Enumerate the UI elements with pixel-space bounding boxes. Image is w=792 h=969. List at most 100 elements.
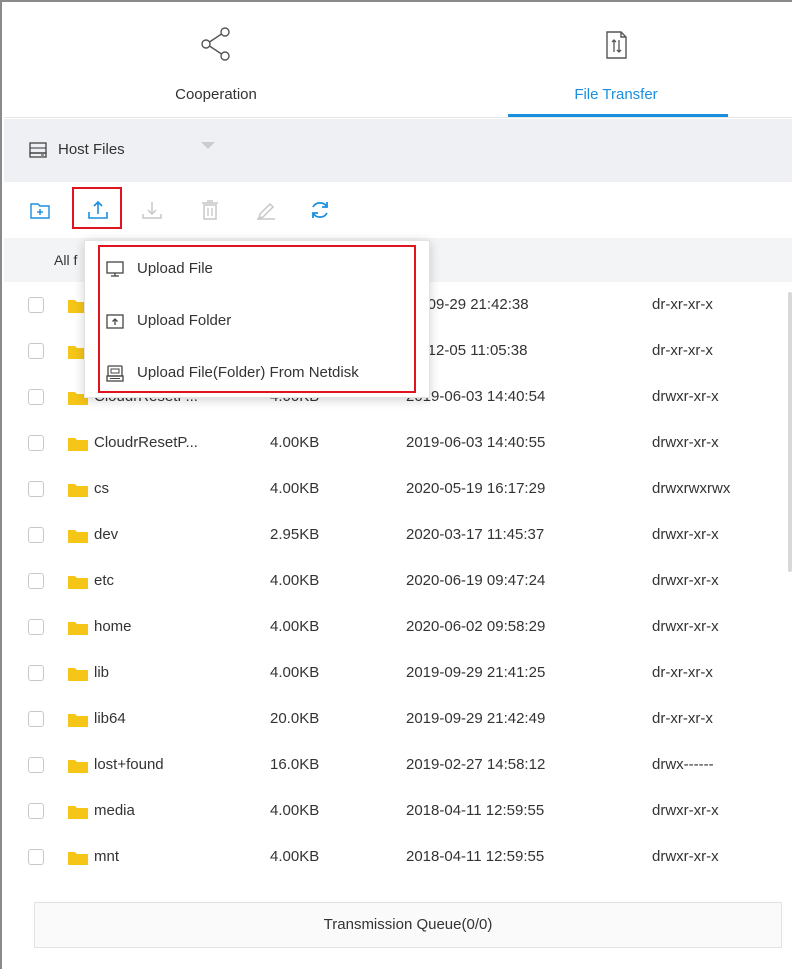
new-folder-button[interactable] <box>26 196 54 224</box>
upload-menu-highlight <box>98 245 416 393</box>
tab-bar: Cooperation File Transfer <box>4 4 792 118</box>
file-size: 4.00KB <box>270 572 320 589</box>
share-icon <box>201 27 230 61</box>
file-date: 2020-06-02 09:58:29 <box>406 618 546 635</box>
table-row[interactable]: lib64 20.0KB 2019-09-29 21:42:49 dr-xr-xr-x <box>4 696 790 742</box>
file-name: lib <box>94 664 110 681</box>
file-permissions: dr-xr-xr-x <box>652 342 713 359</box>
file-date: 2019-09-29 21:41:25 <box>406 664 546 681</box>
row-checkbox[interactable] <box>28 389 44 405</box>
file-size: 20.0KB <box>270 710 320 727</box>
folder-icon <box>68 530 88 543</box>
file-name: etc <box>94 572 115 589</box>
folder-icon <box>68 852 88 865</box>
file-permissions: drwxr-xr-x <box>652 848 719 865</box>
row-checkbox[interactable] <box>28 757 44 773</box>
file-name: dev <box>94 526 119 543</box>
folder-icon <box>68 438 88 451</box>
file-size: 4.00KB <box>270 848 320 865</box>
file-permissions: dr-xr-xr-x <box>652 710 713 727</box>
row-checkbox[interactable] <box>28 343 44 359</box>
tab-file-transfer[interactable]: File Transfer <box>506 4 726 118</box>
file-name: lost+found <box>94 756 164 773</box>
chevron-down-icon[interactable] <box>200 141 216 151</box>
file-permissions: drwxr-xr-x <box>652 526 719 543</box>
transmission-queue-button[interactable]: Transmission Queue(0/0) <box>34 902 782 948</box>
table-row[interactable]: lib 4.00KB 2019-09-29 21:41:25 dr-xr-xr-x <box>4 650 790 696</box>
file-permissions: dr-xr-xr-x <box>652 664 713 681</box>
file-permissions: drwxr-xr-x <box>652 572 719 589</box>
table-row[interactable]: CloudrResetP... 4.00KB 2019-06-03 14:40:55… <box>4 420 790 466</box>
file-size: 4.00KB <box>270 802 320 819</box>
file-date: 2019-06-03 14:40:55 <box>406 434 546 451</box>
file-size: 4.00KB <box>270 480 320 497</box>
download-button[interactable] <box>138 196 166 224</box>
refresh-button[interactable] <box>306 196 334 224</box>
tab-cooperation[interactable]: Cooperation <box>106 4 326 118</box>
rename-icon <box>257 202 275 220</box>
folder-icon <box>68 714 88 727</box>
table-row[interactable]: etc 4.00KB 2020-06-19 09:47:24 drwxr-xr-x <box>4 558 790 604</box>
file-date: 2020-05-19 16:17:29 <box>406 480 546 497</box>
table-row[interactable]: dev 2.95KB 2020-03-17 11:45:37 drwxr-xr-x <box>4 512 790 558</box>
rename-button[interactable] <box>252 196 280 224</box>
new-folder-icon <box>30 203 50 219</box>
file-transfer-icon <box>606 31 627 59</box>
file-size: 4.00KB <box>270 434 320 451</box>
tab-file-transfer-label: File Transfer <box>574 86 658 103</box>
host-selector[interactable]: Host Files <box>4 119 792 182</box>
file-date: 2018-04-11 12:59:55 <box>406 848 545 865</box>
file-permissions: drwxrwxrwx <box>652 480 731 497</box>
table-row[interactable]: lost+found 16.0KB 2019-02-27 14:58:12 drwx-… <box>4 742 790 788</box>
file-name: home <box>94 618 132 635</box>
row-checkbox[interactable] <box>28 527 44 543</box>
delete-icon <box>202 200 218 220</box>
file-date: 2018-04-11 12:59:55 <box>406 802 545 819</box>
table-row[interactable]: home 4.00KB 2020-06-02 09:58:29 drwxr-xr-x <box>4 604 790 650</box>
folder-icon <box>68 760 88 773</box>
file-name: CloudrResetP... <box>94 434 198 451</box>
file-name: cs <box>94 480 109 497</box>
file-name: media <box>94 802 135 819</box>
file-size: 16.0KB <box>270 756 320 773</box>
row-checkbox[interactable] <box>28 297 44 313</box>
row-checkbox[interactable] <box>28 573 44 589</box>
folder-icon <box>68 806 88 819</box>
host-icon <box>29 142 47 158</box>
upload-button-highlight <box>72 187 122 229</box>
row-checkbox[interactable] <box>28 435 44 451</box>
row-checkbox[interactable] <box>28 803 44 819</box>
table-row[interactable]: cs 4.00KB 2020-05-19 16:17:29 drwxrwxrwx <box>4 466 790 512</box>
table-row[interactable]: mnt 4.00KB 2018-04-11 12:59:55 drwxr-xr-x <box>4 834 790 880</box>
delete-button[interactable] <box>196 196 224 224</box>
file-size: 4.00KB <box>270 664 320 681</box>
file-permissions: drwxr-xr-x <box>652 434 719 451</box>
file-date: 2020-06-19 09:47:24 <box>406 572 546 589</box>
host-label: Host Files <box>58 141 125 158</box>
row-checkbox[interactable] <box>28 711 44 727</box>
file-size: 2.95KB <box>270 526 320 543</box>
file-name: lib64 <box>94 710 126 727</box>
row-checkbox[interactable] <box>28 481 44 497</box>
file-permissions: drwxr-xr-x <box>652 618 719 635</box>
file-date: 2019-09-29 21:42:49 <box>406 710 546 727</box>
list-scrollbar[interactable] <box>788 292 792 572</box>
tab-cooperation-label: Cooperation <box>175 86 257 103</box>
file-permissions: drwxr-xr-x <box>652 388 719 405</box>
row-checkbox[interactable] <box>28 849 44 865</box>
window-frame: Cooperation File Transfer Host Files All… <box>0 0 792 969</box>
file-toolbar <box>4 182 792 238</box>
active-tab-indicator <box>508 114 728 117</box>
file-date: 2020-03-17 11:45:37 <box>406 526 545 543</box>
list-header-label: All f <box>54 252 78 268</box>
folder-icon <box>68 668 88 681</box>
folder-icon <box>68 622 88 635</box>
file-permissions: dr-xr-xr-x <box>652 296 713 313</box>
refresh-icon <box>312 201 328 219</box>
file-name: mnt <box>94 848 120 865</box>
file-size: 4.00KB <box>270 618 320 635</box>
row-checkbox[interactable] <box>28 619 44 635</box>
file-date: 2019-02-27 14:58:12 <box>406 756 546 773</box>
row-checkbox[interactable] <box>28 665 44 681</box>
table-row[interactable]: media 4.00KB 2018-04-11 12:59:55 drwxr-xr-x <box>4 788 790 834</box>
